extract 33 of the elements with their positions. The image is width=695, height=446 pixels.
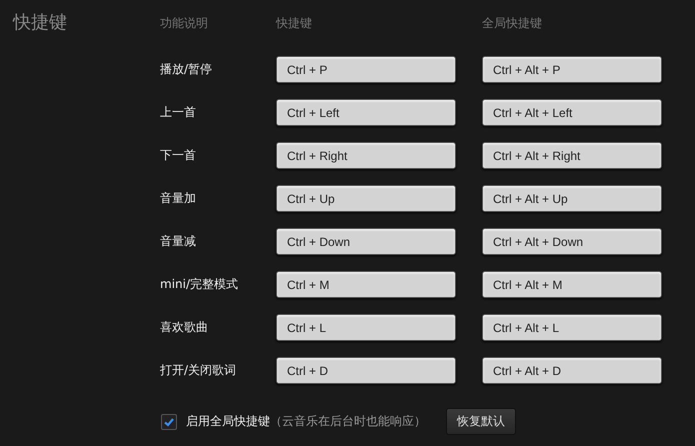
- action-label: 上一首: [160, 104, 197, 121]
- action-label: 播放/暂停: [160, 61, 214, 78]
- shortcut-field[interactable]: Ctrl + Left: [276, 99, 456, 126]
- column-header: 功能说明: [160, 14, 209, 32]
- shortcut-field[interactable]: Ctrl + Up: [276, 185, 456, 212]
- action-label: mini/完整模式: [160, 276, 240, 293]
- hint-text: （云音乐在后台时也能响应）: [270, 413, 426, 430]
- global-shortcut-field[interactable]: Ctrl + Alt + L: [482, 314, 662, 341]
- section-title: 快捷键: [12, 12, 68, 35]
- column-header: 快捷键: [276, 14, 313, 32]
- shortcut-field[interactable]: Ctrl + L: [276, 314, 456, 341]
- checkbox-label: 启用全局快捷键: [186, 413, 270, 430]
- shortcut-field[interactable]: Ctrl + Right: [276, 142, 456, 169]
- global-shortcut-field[interactable]: Ctrl + Alt + Down: [482, 228, 662, 255]
- action-label: 下一首: [160, 147, 197, 164]
- shortcut-field[interactable]: Ctrl + D: [276, 357, 456, 384]
- shortcut-field[interactable]: Ctrl + Down: [276, 228, 456, 255]
- global-shortcut-field[interactable]: Ctrl + Alt + D: [482, 357, 662, 384]
- global-shortcut-field[interactable]: Ctrl + Alt + Left: [482, 99, 662, 126]
- checkbox[interactable]: [161, 414, 177, 430]
- action-label: 喜欢歌曲: [160, 319, 209, 336]
- checkmark-icon: [163, 416, 175, 428]
- shortcut-field[interactable]: Ctrl + P: [276, 56, 456, 83]
- global-shortcut-field[interactable]: Ctrl + Alt + P: [482, 56, 662, 83]
- column-header: 全局快捷键: [482, 14, 542, 32]
- global-shortcut-field[interactable]: Ctrl + Alt + Up: [482, 185, 662, 212]
- action-label: 音量加: [160, 190, 197, 207]
- global-shortcut-field[interactable]: Ctrl + Alt + Right: [482, 142, 662, 169]
- global-shortcut-field[interactable]: Ctrl + Alt + M: [482, 271, 662, 298]
- action-label: 音量减: [160, 233, 197, 250]
- reset-button[interactable]: 恢复默认: [446, 408, 516, 435]
- shortcut-field[interactable]: Ctrl + M: [276, 271, 456, 298]
- action-label: 打开/关闭歌词: [160, 362, 238, 379]
